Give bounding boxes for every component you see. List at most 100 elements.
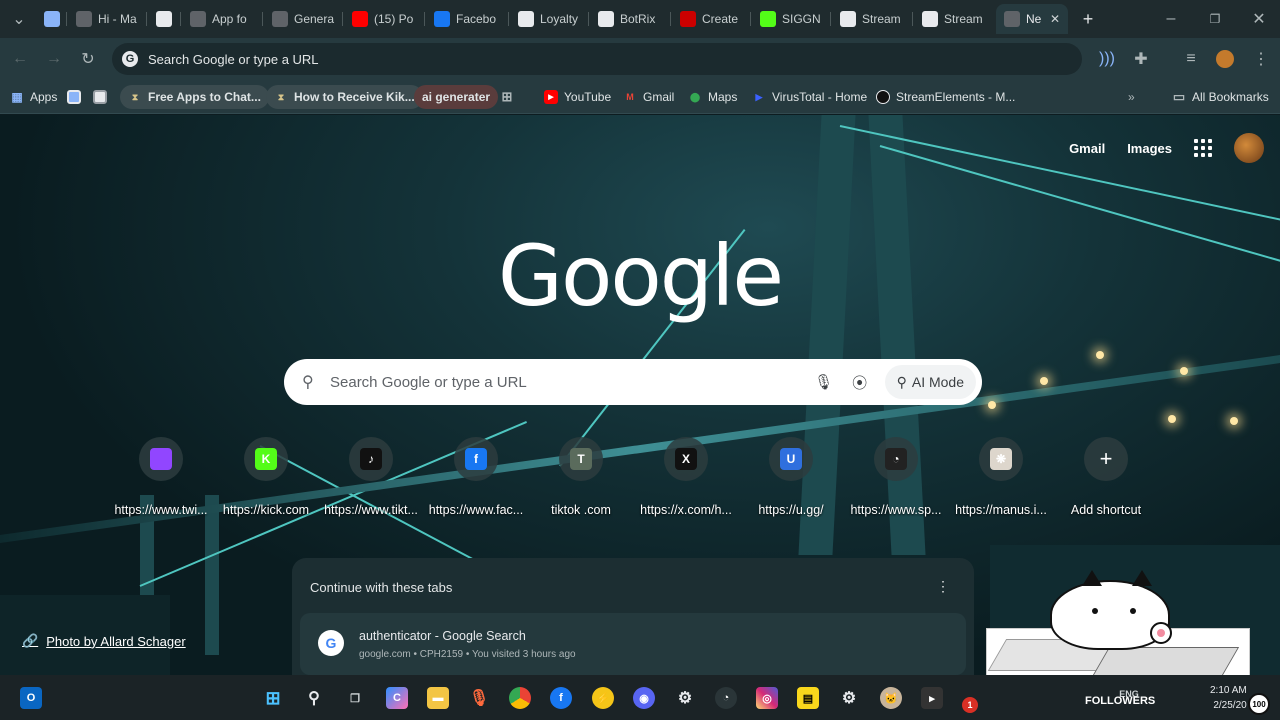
images-link[interactable]: Images: [1127, 141, 1172, 156]
browser-tab[interactable]: Stream: [914, 4, 994, 34]
bookmark-folder-grid[interactable]: ⊞: [500, 85, 514, 109]
task-view-icon[interactable]: ❐: [344, 687, 366, 709]
ntp-search-box[interactable]: ⚲ Search Google or type a URL 🎙 ⦿ ⚲ AI Mo…: [284, 359, 982, 405]
plus-icon: +: [1099, 446, 1113, 471]
bookmark-gmail[interactable]: M Gmail: [623, 85, 674, 109]
chrome-icon[interactable]: [509, 687, 531, 709]
browser-tab[interactable]: App fo: [182, 4, 262, 34]
reading-list-icon[interactable]: ≡: [1180, 48, 1202, 70]
bookmark-ai-generater[interactable]: ai generater: [414, 85, 499, 109]
bookmark-free-apps[interactable]: ⧗ Free Apps to Chat...: [120, 85, 269, 109]
photo-credit-link[interactable]: 🔗 Photo by Allard Schager: [22, 633, 186, 649]
browser-tab[interactable]: Genera: [264, 4, 342, 34]
browser-tab[interactable]: Loyalty: [510, 4, 588, 34]
tiktok-icon: ♪: [360, 448, 382, 470]
profile-avatar-icon[interactable]: [1214, 48, 1236, 70]
tab-close-icon[interactable]: ✕: [1050, 12, 1060, 26]
shortcut-tile[interactable]: Ttiktok .com: [528, 437, 634, 517]
bookmarks-overflow-icon[interactable]: »: [1128, 85, 1135, 109]
shortcut-tile[interactable]: ◔ https://www.sp...: [843, 437, 949, 517]
taskbar-search-icon[interactable]: ⚲: [303, 687, 325, 709]
settings-gear-icon[interactable]: ⚙: [838, 687, 860, 709]
continue-tab-item[interactable]: G authenticator - Google Search google.c…: [300, 613, 966, 675]
extensions-icon[interactable]: ✚: [1130, 48, 1152, 70]
back-icon[interactable]: ←: [9, 48, 31, 70]
bookmark-virustotal[interactable]: ▶ VirusTotal - Home: [752, 85, 868, 109]
bookmark-streamelements[interactable]: StreamElements - M...: [876, 85, 1015, 109]
shortcut-icon-circle: ❋: [979, 437, 1023, 481]
bookmark-youtube[interactable]: ▶ YouTube: [544, 85, 611, 109]
continue-tabs-heading: Continue with these tabs: [310, 580, 453, 595]
minimize-icon[interactable]: –: [1160, 8, 1182, 30]
shortcut-label: https://www.twi...: [114, 503, 208, 517]
card-menu-kebab-icon[interactable]: ⋮: [936, 578, 950, 595]
steam-icon[interactable]: ⚙: [674, 687, 696, 709]
instagram-icon[interactable]: ◎: [756, 687, 778, 709]
tab-separator: [146, 12, 147, 26]
youtube-icon: ▶: [544, 90, 558, 104]
restore-icon[interactable]: ❐: [1204, 8, 1226, 30]
microphone-icon[interactable]: 🎙: [813, 371, 835, 393]
forward-icon[interactable]: →: [43, 48, 65, 70]
shortcut-tile[interactable]: ❋ https://manus.i...: [948, 437, 1054, 517]
browser-tab[interactable]: Hi - Ma: [68, 4, 146, 34]
shortcut-tile[interactable]: ♪ https://www.tikt...: [318, 437, 424, 517]
discord-icon[interactable]: ◉: [633, 687, 655, 709]
cat-app-icon[interactable]: 🐱: [880, 687, 902, 709]
tab-title: Hi - Ma: [98, 12, 137, 26]
browser-tab[interactable]: Create: [672, 4, 750, 34]
clock-time: 2:10 AM: [1210, 685, 1247, 696]
outlook-icon[interactable]: O: [20, 687, 42, 709]
obs-icon[interactable]: ◔: [715, 687, 737, 709]
cast-wave-icon[interactable]: ))): [1096, 48, 1118, 70]
shortcut-tile[interactable]: f https://www.fac...: [423, 437, 529, 517]
windows-start-icon[interactable]: ⊞: [262, 687, 284, 709]
bookmark-white-square[interactable]: [93, 85, 107, 109]
browser-tab[interactable]: Stream: [832, 4, 912, 34]
browser-tab[interactable]: BotRix: [590, 4, 670, 34]
tab-favicon-icon: [680, 11, 696, 27]
shortcut-tile[interactable]: Khttps://kick.com: [213, 437, 319, 517]
tab-separator: [750, 12, 751, 26]
shortcut-tile[interactable]: Xhttps://x.com/h...: [633, 437, 739, 517]
notification-app-icon[interactable]: ⚡: [592, 687, 614, 709]
bookmark-apps[interactable]: ▦ Apps: [10, 85, 57, 109]
shortcut-tile[interactable]: https://www.twi...: [108, 437, 214, 517]
follower-count-ring: 100: [1248, 693, 1270, 715]
new-tab-plus-icon[interactable]: +: [1077, 8, 1099, 30]
address-bar-text: Search Google or type a URL: [148, 51, 319, 67]
file-explorer-icon[interactable]: ▬: [427, 687, 449, 709]
browser-tab[interactable]: [36, 4, 66, 34]
account-avatar[interactable]: [1234, 133, 1264, 163]
facebook-taskbar-icon[interactable]: f: [550, 687, 572, 709]
bookmark-maps[interactable]: ⬤ Maps: [688, 85, 737, 109]
gmail-link[interactable]: Gmail: [1069, 141, 1105, 156]
address-bar[interactable]: G Search Google or type a URL: [112, 43, 1082, 75]
maps-pin-icon: ⬤: [689, 91, 701, 102]
browser-tab[interactable]: [148, 4, 180, 34]
bookmark-blue-square[interactable]: [67, 85, 81, 109]
terminal-icon[interactable]: ▸: [921, 687, 943, 709]
window-close-icon[interactable]: ✕: [1248, 8, 1270, 30]
copilot-icon[interactable]: C: [386, 687, 408, 709]
continue-tabs-card: Continue with these tabs ⋮ G authenticat…: [292, 558, 974, 675]
system-clock[interactable]: 2:10 AM 2/25/20: [1210, 683, 1247, 713]
google-apps-grid-icon[interactable]: [1194, 139, 1212, 157]
shortcut-label: Add shortcut: [1070, 503, 1142, 517]
bookmark-all-bookmarks[interactable]: ▭ All Bookmarks: [1172, 85, 1269, 109]
tab-search-chevron-icon[interactable]: ⌄: [8, 8, 30, 30]
ai-mode-button[interactable]: ⚲ AI Mode: [884, 365, 976, 399]
browser-tab[interactable]: Ne ✕: [996, 4, 1068, 34]
browser-tab[interactable]: (15) Po: [344, 4, 424, 34]
reload-icon[interactable]: ↻: [77, 48, 99, 70]
browser-tab[interactable]: SIGGN: [752, 4, 830, 34]
shortcut-tile[interactable]: + Add shortcut: [1053, 437, 1159, 517]
browser-tab[interactable]: Facebo: [426, 4, 508, 34]
shortcut-tile[interactable]: Uhttps://u.gg/: [738, 437, 844, 517]
sticky-notes-icon[interactable]: ▤: [797, 687, 819, 709]
toolbar: ← → ↻ G Search Google or type a URL ))) …: [0, 38, 1280, 80]
google-lens-icon[interactable]: ⦿: [849, 371, 871, 393]
menu-kebab-icon[interactable]: ⋮: [1250, 48, 1272, 70]
bookmark-kik[interactable]: ⧗ How to Receive Kik...: [266, 85, 423, 109]
microphone-app-icon[interactable]: 🎙: [468, 687, 490, 709]
